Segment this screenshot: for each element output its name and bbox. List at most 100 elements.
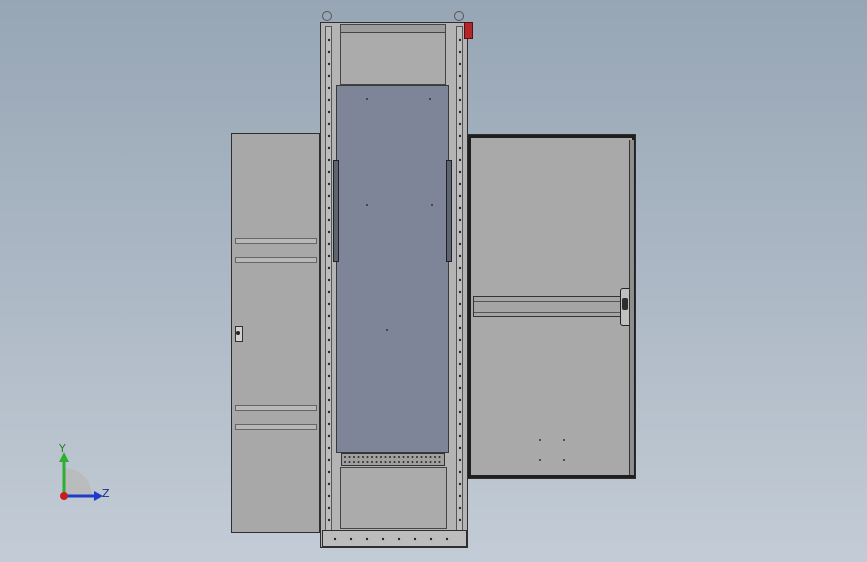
rail-hole (458, 314, 462, 318)
gland-hole (344, 461, 346, 463)
gland-hole (353, 461, 355, 463)
gland-hole (425, 461, 427, 463)
cad-viewport[interactable]: Y Z (0, 0, 867, 562)
plinth-hole (445, 537, 449, 541)
rail-hole (327, 386, 331, 390)
rail-hole (458, 410, 462, 414)
rail-hole (327, 470, 331, 474)
rail-hole (327, 98, 331, 102)
rail-hole (327, 350, 331, 354)
gland-hole (380, 461, 382, 463)
rail-hole (327, 50, 331, 54)
rail-hole (458, 362, 462, 366)
rail-hole (327, 362, 331, 366)
gland-hole (357, 456, 360, 458)
rail-hole (327, 110, 331, 114)
gland-hole (398, 461, 400, 463)
gland-hole (402, 461, 405, 463)
rail-hole (327, 182, 331, 186)
rail-hole (458, 146, 462, 150)
gland-hole (407, 456, 409, 458)
rail-hole (458, 158, 462, 162)
gland-hole (429, 461, 432, 463)
rail-hole (458, 218, 462, 222)
rail-hole (458, 194, 462, 198)
rail-hole (327, 218, 331, 222)
gland-hole (398, 456, 400, 458)
rail-hole (458, 134, 462, 138)
rail-hole (327, 518, 331, 522)
plinth-hole (365, 537, 369, 541)
gland-hole (371, 461, 373, 463)
gland-hole (384, 461, 387, 463)
rail-hole (458, 350, 462, 354)
rail-hole (327, 434, 331, 438)
rail-hole (327, 170, 331, 174)
rail-hole (458, 470, 462, 474)
rail-hole (458, 62, 462, 66)
rail-hole (327, 506, 331, 510)
rail-hole (327, 338, 331, 342)
origin-dot (60, 492, 68, 500)
rail-hole (458, 290, 462, 294)
rail-hole (327, 494, 331, 498)
gland-hole (389, 456, 391, 458)
rail-hole (458, 458, 462, 462)
rail-hole (327, 398, 331, 402)
plinth-hole (381, 537, 385, 541)
gland-hole (366, 456, 369, 458)
gland-hole (380, 456, 382, 458)
rail-hole (458, 422, 462, 426)
plinth-hole (397, 537, 401, 541)
gland-hole (362, 461, 364, 463)
plinth-hole (333, 537, 337, 541)
rail-hole (458, 38, 462, 42)
rail-hole (327, 158, 331, 162)
rail-hole (327, 134, 331, 138)
gland-hole (407, 461, 409, 463)
rail-hole (458, 326, 462, 330)
rail-hole (458, 50, 462, 54)
gland-hole (353, 456, 355, 458)
plinth-hole (429, 537, 433, 541)
rail-hole (327, 422, 331, 426)
gland-hole (366, 461, 369, 463)
rail-hole (327, 410, 331, 414)
axis-triad: Y Z (50, 440, 120, 510)
rail-hole (458, 374, 462, 378)
rail-hole (458, 182, 462, 186)
rail-hole (458, 302, 462, 306)
rail-hole (458, 98, 462, 102)
rail-hole (458, 86, 462, 90)
rail-hole (458, 122, 462, 126)
rail-hole (327, 206, 331, 210)
rail-hole (327, 242, 331, 246)
rail-hole (327, 86, 331, 90)
rail-hole (458, 266, 462, 270)
gland-hole (434, 456, 436, 458)
rail-hole (327, 482, 331, 486)
gland-hole (393, 461, 396, 463)
gland-hole (384, 456, 387, 458)
rail-hole (327, 446, 331, 450)
gland-hole (420, 456, 423, 458)
rail-hole (327, 374, 331, 378)
rail-hole (458, 254, 462, 258)
rail-hole (458, 110, 462, 114)
rail-hole (327, 194, 331, 198)
rail-hole (327, 266, 331, 270)
rail-hole (458, 482, 462, 486)
rail-hole (458, 278, 462, 282)
gland-hole (438, 456, 441, 458)
rail-hole (458, 338, 462, 342)
rail-hole (327, 74, 331, 78)
gland-hole (371, 456, 373, 458)
rail-hole (327, 290, 331, 294)
rail-hole (327, 230, 331, 234)
gland-hole (357, 461, 360, 463)
y-axis-label: Y (59, 442, 66, 455)
gland-hole (348, 461, 351, 463)
axis-plane-wedge (64, 468, 92, 496)
gland-hole (402, 456, 405, 458)
rail-hole (327, 326, 331, 330)
